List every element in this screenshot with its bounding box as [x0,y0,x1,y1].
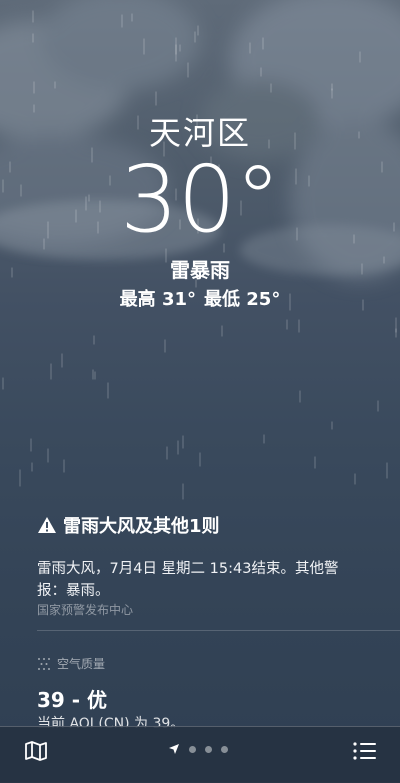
bottom-toolbar [0,726,400,783]
air-quality-header: 空气质量 [37,655,105,672]
map-icon[interactable] [24,739,48,763]
location-arrow-icon [169,744,179,754]
alert-title-text: 雷雨大风及其他1则 [63,516,220,537]
warning-icon [38,517,56,533]
current-temperature: 30° [119,146,281,253]
weather-condition: 雷暴雨 [170,258,230,282]
weather-screen: 天河区 30° 雷暴雨 最高 31° 最低 25° 雷雨大风及其他1则 雷雨大风，… [0,0,400,783]
severe-weather-alert-title[interactable]: 雷雨大风及其他1则 [37,512,220,538]
air-quality-label: 空气质量 [57,657,106,671]
page-dot [205,745,212,753]
low-temperature: 最低 25° [204,289,281,310]
page-dot [221,745,228,753]
air-quality-icon [38,657,50,670]
alert-source[interactable]: 国家预警发布中心 [37,601,133,618]
high-low-temperature: 最高 31° 最低 25° [0,285,400,311]
page-dot [189,745,196,753]
list-icon[interactable] [352,739,378,763]
section-divider [37,630,400,631]
aqi-value[interactable]: 39 - 优 [37,684,107,713]
page-indicator[interactable] [168,743,228,755]
high-temperature: 最高 31° [119,289,196,310]
alert-description[interactable]: 雷雨大风，7月4日 星期二 15:43结束。其他警报：暴雨。 [37,558,357,602]
